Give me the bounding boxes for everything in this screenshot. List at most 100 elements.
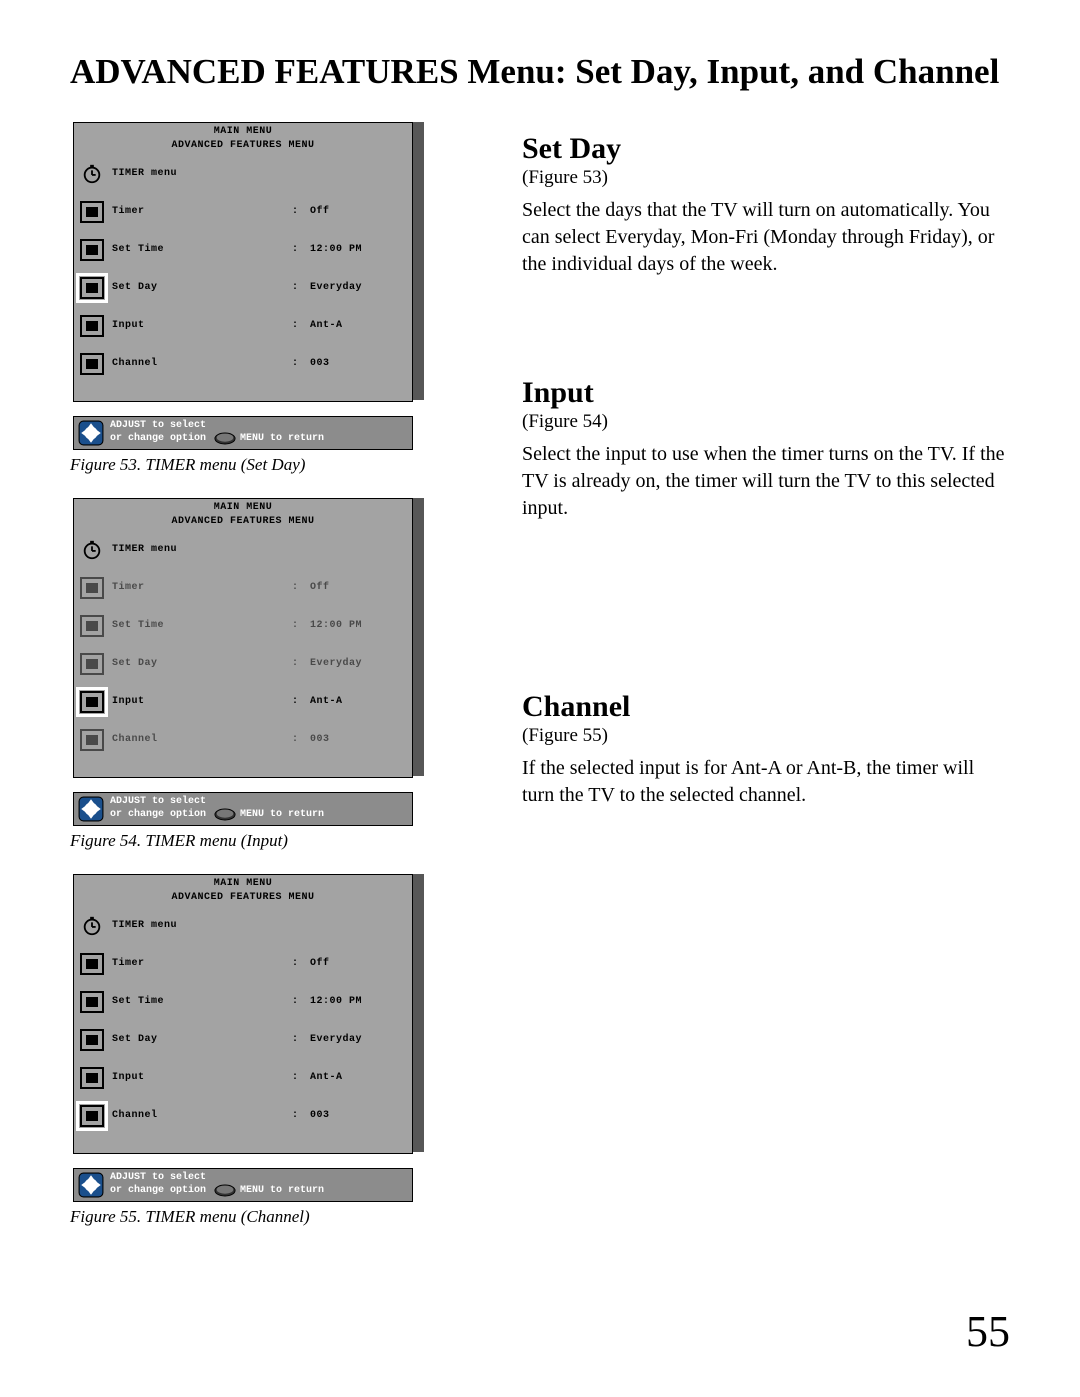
dpad-icon (78, 796, 104, 822)
colon: : (292, 358, 302, 369)
square-icon (80, 953, 104, 975)
menu-item-value: Off (310, 958, 400, 969)
menu-item-label: Channel (112, 734, 284, 745)
colon: : (292, 958, 302, 969)
timer-menu-header-row: TIMER menu (80, 155, 400, 193)
colon: : (292, 1110, 302, 1121)
osd-panel: MAIN MENUADVANCED FEATURES MENU TIMER me… (73, 122, 413, 402)
menu-item-label: Timer (112, 582, 284, 593)
timer-menu-label: TIMER menu (112, 168, 284, 179)
main-menu-title: MAIN MENU (74, 123, 412, 139)
menu-button-icon (214, 808, 236, 821)
advanced-features-title: ADVANCED FEATURES MENU (74, 515, 412, 529)
menu-item-value: Ant-A (310, 1072, 400, 1083)
menu-row-channel: Channel : 003 (80, 721, 400, 759)
menu-row-set-time: Set Time : 12:00 PM (80, 231, 400, 269)
menu-item-value: Off (310, 582, 400, 593)
tv-menu-screenshot: MAIN MENUADVANCED FEATURES MENU TIMER me… (73, 874, 413, 1160)
menu-row-set-time: Set Time : 12:00 PM (80, 607, 400, 645)
osd-menu-list: TIMER menu Timer : Off Set Time : 12:00 … (74, 153, 412, 401)
menu-row-set-day: Set Day : Everyday (80, 1021, 400, 1059)
menu-item-label: Channel (112, 358, 284, 369)
menu-item-label: Input (112, 320, 284, 331)
menu-row-timer: Timer : Off (80, 193, 400, 231)
square-icon (80, 991, 104, 1013)
menu-row-set-day: Set Day : Everyday (80, 645, 400, 683)
legend-return-text: MENU to return (240, 433, 324, 444)
menu-item-label: Timer (112, 206, 284, 217)
page-number: 55 (966, 1306, 1010, 1357)
square-icon (80, 277, 104, 299)
menu-item-value: 003 (310, 358, 400, 369)
menu-item-value: Everyday (310, 1034, 400, 1045)
square-icon (80, 615, 104, 637)
colon: : (292, 996, 302, 1007)
colon: : (292, 582, 302, 593)
menu-row-timer: Timer : Off (80, 569, 400, 607)
menu-button-icon (214, 1184, 236, 1197)
figure-block: MAIN MENUADVANCED FEATURES MENU TIMER me… (70, 490, 490, 851)
colon: : (292, 1072, 302, 1083)
square-icon (80, 315, 104, 337)
square-icon (80, 353, 104, 375)
legend-adjust-text: ADJUST to select (110, 796, 324, 807)
legend-return-text: MENU to return (240, 809, 324, 820)
menu-row-timer: Timer : Off (80, 945, 400, 983)
timer-icon (80, 539, 104, 561)
osd-legend: ADJUST to select or change option MENU t… (73, 1168, 413, 1202)
menu-item-value: Everyday (310, 658, 400, 669)
timer-menu-header-row: TIMER menu (80, 531, 400, 569)
menu-row-input: Input : Ant-A (80, 683, 400, 721)
menu-item-label: Set Time (112, 244, 284, 255)
osd-menu-list: TIMER menu Timer : Off Set Time : 12:00 … (74, 905, 412, 1153)
square-icon (80, 1067, 104, 1089)
menu-row-input: Input : Ant-A (80, 307, 400, 345)
figure-caption: Figure 53. TIMER menu (Set Day) (70, 455, 490, 475)
tv-menu-screenshot: MAIN MENUADVANCED FEATURES MENU TIMER me… (73, 122, 413, 408)
menu-item-value: Everyday (310, 282, 400, 293)
section-body: If the selected input is for Ant-A or An… (522, 755, 1010, 809)
colon: : (292, 734, 302, 745)
square-icon (80, 691, 104, 713)
osd-panel: MAIN MENUADVANCED FEATURES MENU TIMER me… (73, 498, 413, 778)
figure-caption: Figure 55. TIMER menu (Channel) (70, 1207, 490, 1227)
timer-icon (80, 163, 104, 185)
menu-row-input: Input : Ant-A (80, 1059, 400, 1097)
menu-item-value: Ant-A (310, 320, 400, 331)
timer-menu-header-row: TIMER menu (80, 907, 400, 945)
figure-reference: (Figure 55) (522, 725, 1010, 747)
menu-item-value: 003 (310, 1110, 400, 1121)
menu-item-label: Channel (112, 1110, 284, 1121)
legend-change-text: or change option (110, 1185, 206, 1196)
advanced-features-title: ADVANCED FEATURES MENU (74, 139, 412, 153)
main-menu-title: MAIN MENU (74, 499, 412, 515)
timer-menu-label: TIMER menu (112, 544, 284, 555)
square-icon (80, 239, 104, 261)
menu-item-value: 12:00 PM (310, 620, 400, 631)
figure-caption: Figure 54. TIMER menu (Input) (70, 831, 490, 851)
square-icon (80, 653, 104, 675)
menu-item-value: Ant-A (310, 696, 400, 707)
figure-block: MAIN MENUADVANCED FEATURES MENU TIMER me… (70, 114, 490, 475)
menu-item-label: Set Day (112, 658, 284, 669)
menu-item-label: Set Time (112, 620, 284, 631)
text-section-input: Input (Figure 54) Select the input to us… (522, 376, 1010, 522)
section-heading: Set Day (522, 132, 1010, 165)
text-section-channel: Channel (Figure 55) If the selected inpu… (522, 690, 1010, 809)
colon: : (292, 1034, 302, 1045)
text-section-set-day: Set Day (Figure 53) Select the days that… (522, 132, 1010, 278)
menu-item-label: Set Day (112, 282, 284, 293)
legend-change-text: or change option (110, 809, 206, 820)
square-icon (80, 729, 104, 751)
figure-reference: (Figure 54) (522, 411, 1010, 433)
menu-item-label: Timer (112, 958, 284, 969)
menu-item-label: Input (112, 696, 284, 707)
timer-icon (80, 915, 104, 937)
dpad-icon (78, 420, 104, 446)
colon: : (292, 696, 302, 707)
menu-item-label: Set Day (112, 1034, 284, 1045)
section-body: Select the days that the TV will turn on… (522, 197, 1010, 278)
square-icon (80, 1029, 104, 1051)
menu-item-label: Input (112, 1072, 284, 1083)
legend-adjust-text: ADJUST to select (110, 420, 324, 431)
